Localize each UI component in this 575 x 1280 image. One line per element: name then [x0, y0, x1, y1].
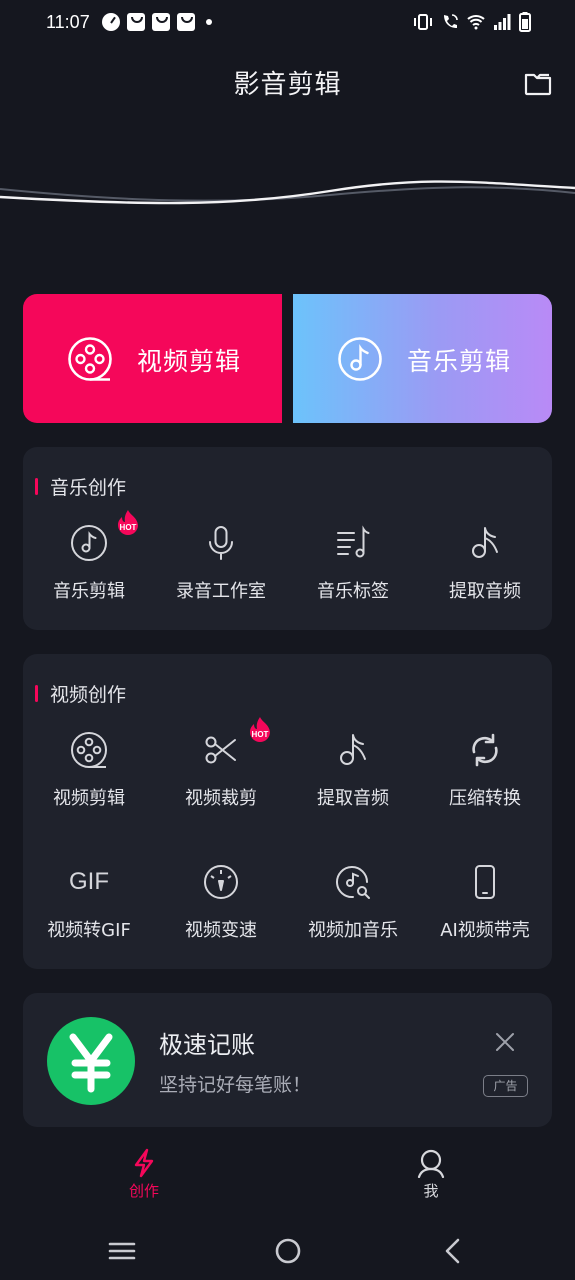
film-reel-icon [68, 337, 112, 381]
tool-recording-studio[interactable]: 录音工作室 [155, 523, 287, 603]
speedometer-icon [204, 865, 238, 899]
status-bar: 11:07 [0, 0, 575, 48]
section-title: 视频创作 [50, 684, 127, 706]
system-nav-bar [0, 1222, 575, 1280]
video-edit-label: 视频剪辑 [137, 347, 242, 376]
wave-decoration [0, 180, 575, 205]
close-icon[interactable] [494, 1031, 516, 1053]
wifi-icon [467, 15, 485, 30]
page-title: 影音剪辑 [233, 70, 342, 100]
hot-badge-icon: HOT [250, 717, 270, 742]
tab-create[interactable]: 创作 [104, 1148, 184, 1201]
signal-icon [494, 14, 511, 30]
tiktok-note-icon [472, 527, 498, 558]
tool-video-speed[interactable]: 视频变速 [155, 862, 287, 942]
dot-icon [206, 19, 212, 25]
section-accent-bar [35, 478, 38, 495]
yen-icon [69, 1033, 113, 1093]
ad-badge: 广告 [483, 1075, 528, 1097]
shopping-bag-icon [152, 13, 170, 31]
ad-subtitle: 坚持记好每笔账！ [159, 1074, 312, 1096]
tiktok-note-icon [340, 734, 366, 765]
gif-icon: GIF [69, 868, 109, 895]
microphone-icon [209, 526, 233, 560]
scissors-icon [205, 736, 236, 764]
music-edit-label: 音乐剪辑 [407, 347, 512, 376]
film-reel-icon [71, 732, 107, 768]
lightning-icon [134, 1148, 154, 1178]
home-icon[interactable] [272, 1236, 304, 1266]
battery-icon [519, 12, 531, 32]
tool-video-to-gif[interactable]: GIF 视频转GIF [23, 862, 155, 942]
svg-text:HOT: HOT [120, 523, 137, 532]
tool-video-add-music[interactable]: 视频加音乐 [287, 862, 419, 942]
music-disc-icon [71, 525, 107, 561]
tool-ai-video-shell[interactable]: AI视频带壳 [419, 862, 551, 942]
tab-me[interactable]: 我 [391, 1148, 471, 1201]
video-edit-card[interactable]: 视频剪辑 [23, 294, 282, 423]
phone-icon [475, 865, 495, 899]
status-time: 11:07 [46, 12, 90, 32]
shopping-bag-icon [177, 13, 195, 31]
music-edit-card[interactable]: 音乐剪辑 [293, 294, 552, 423]
folder-icon[interactable] [524, 70, 552, 98]
tool-compress-convert[interactable]: 压缩转换 [419, 730, 551, 810]
section-accent-bar [35, 685, 38, 702]
shopping-bag-icon [127, 13, 145, 31]
speedometer-icon [102, 13, 120, 31]
svg-text:HOT: HOT [252, 730, 269, 739]
user-icon [417, 1149, 445, 1178]
menu-icon[interactable] [106, 1236, 138, 1266]
tool-music-tag[interactable]: 音乐标签 [287, 523, 419, 603]
tool-music-edit[interactable]: 音乐剪辑 HOT [23, 510, 155, 603]
tool-extract-audio[interactable]: 提取音频 [419, 523, 551, 603]
music-search-icon [336, 866, 370, 899]
music-creation-panel: 音乐创作 音乐剪辑 HOT 录音工作室 音乐标签 提取音频 [23, 447, 552, 630]
music-note-icon [338, 337, 382, 381]
back-icon[interactable] [437, 1236, 469, 1266]
tool-extract-audio[interactable]: 提取音频 [287, 730, 419, 810]
music-list-icon [337, 525, 370, 558]
section-title: 音乐创作 [50, 477, 127, 499]
hot-badge-icon: HOT [118, 510, 138, 535]
vibrate-icon [414, 14, 432, 30]
refresh-icon [472, 733, 498, 767]
ad-title: 极速记账 [159, 1031, 255, 1059]
tool-video-crop[interactable]: 视频裁剪 HOT [155, 717, 287, 810]
wifi-calling-icon [444, 14, 458, 28]
ad-card[interactable]: 极速记账 坚持记好每笔账！ 广告 [23, 993, 552, 1127]
video-creation-panel: 视频创作 视频剪辑 视频裁剪 HOT 提取音频 压缩转换 GIF 视频转GIF … [23, 654, 552, 969]
ad-logo [47, 1017, 135, 1105]
tool-video-edit[interactable]: 视频剪辑 [23, 730, 155, 810]
